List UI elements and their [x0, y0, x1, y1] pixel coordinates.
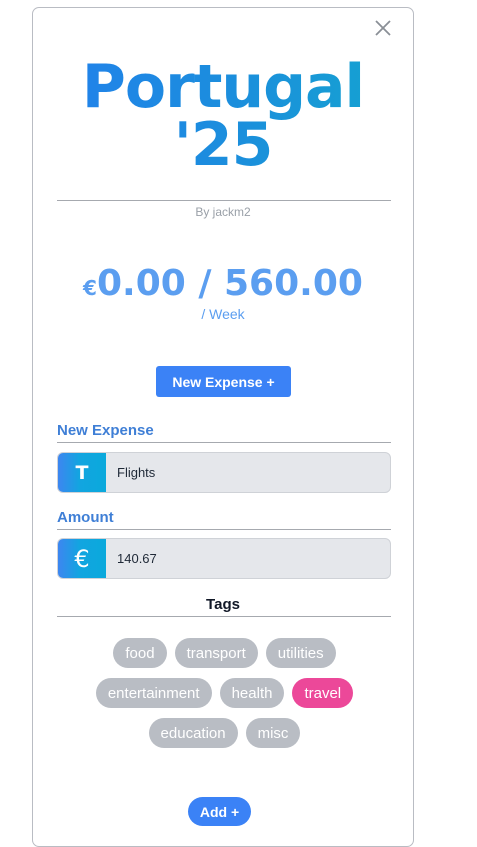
- trip-title-line-2: '25: [173, 110, 273, 180]
- author-byline: By jackm2: [195, 205, 251, 219]
- tag-utilities[interactable]: utilities: [265, 638, 336, 668]
- amount-rule: [57, 529, 391, 530]
- trip-title-line-1: Portugal: [81, 52, 365, 122]
- expense-modal: Portugal '25 By jackm2 €0.00 / 560.00 / …: [32, 7, 414, 847]
- euro-icon: €: [58, 539, 106, 578]
- tag-education[interactable]: education: [148, 718, 238, 748]
- close-icon[interactable]: [373, 18, 393, 38]
- tag-list: food transport utilities entertainment h…: [77, 638, 372, 748]
- tag-transport[interactable]: transport: [174, 638, 258, 668]
- budget-period: / Week: [201, 306, 245, 322]
- tags-rule: [57, 616, 391, 617]
- currency-symbol: €: [83, 276, 97, 300]
- text-field-icon: T: [58, 453, 106, 492]
- amount-label: Amount: [57, 509, 114, 526]
- budget-amount: 0.00 / 560.00: [96, 263, 363, 304]
- tags-heading: Tags: [206, 596, 240, 613]
- amount-input[interactable]: [106, 539, 390, 578]
- add-expense-button[interactable]: Add +: [188, 797, 251, 826]
- title-divider: [57, 200, 391, 201]
- tag-entertainment[interactable]: entertainment: [95, 678, 212, 708]
- tag-health[interactable]: health: [219, 678, 285, 708]
- tag-food[interactable]: food: [113, 638, 167, 668]
- expense-name-field: T: [57, 452, 391, 493]
- expense-name-input[interactable]: [106, 453, 390, 492]
- trip-title: Portugal '25: [33, 58, 413, 174]
- tag-travel[interactable]: travel: [292, 678, 354, 708]
- new-expense-button[interactable]: New Expense +: [156, 366, 291, 397]
- amount-field: €: [57, 538, 391, 579]
- budget-summary: €0.00 / 560.00: [33, 262, 413, 310]
- tag-misc[interactable]: misc: [245, 718, 301, 748]
- expense-name-label: New Expense: [57, 422, 154, 439]
- expense-name-rule: [57, 442, 391, 443]
